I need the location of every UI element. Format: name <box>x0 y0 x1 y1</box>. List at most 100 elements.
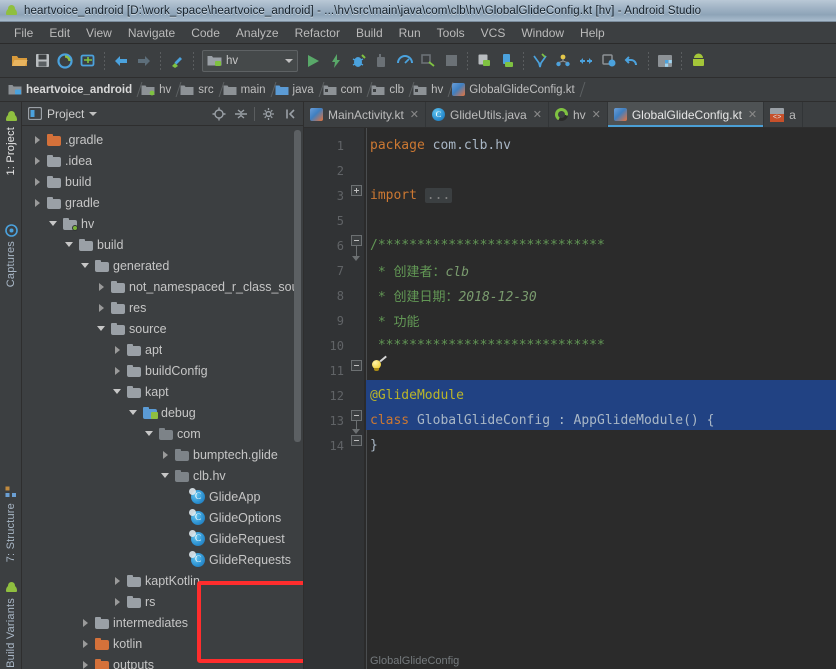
open-folder-icon[interactable] <box>8 50 30 72</box>
menu-tools[interactable]: Tools <box>429 24 473 42</box>
chevron-right-icon[interactable] <box>112 596 123 607</box>
tree-node-buildconfig[interactable]: buildConfig <box>22 360 303 381</box>
tree-node-debug[interactable]: debug <box>22 402 303 423</box>
tree-node-kaptkotlin[interactable]: kaptKotlin <box>22 570 303 591</box>
avd-manager-icon[interactable] <box>166 50 188 72</box>
editor-bottom-breadcrumb[interactable]: GlobalGlideConfig <box>366 655 836 669</box>
tree-node-com[interactable]: com <box>22 423 303 444</box>
sdk-manager-icon[interactable] <box>473 50 495 72</box>
run-coverage-icon[interactable] <box>371 50 393 72</box>
tree-node--gradle[interactable]: .gradle <box>22 129 303 150</box>
chevron-down-icon[interactable] <box>160 470 171 481</box>
breadcrumb-main[interactable]: main <box>220 80 272 99</box>
undo-icon[interactable] <box>621 50 643 72</box>
chevron-right-icon[interactable] <box>32 176 43 187</box>
forward-icon[interactable] <box>133 50 155 72</box>
attach-debugger-icon[interactable] <box>417 50 439 72</box>
tree-node-outputs[interactable]: outputs <box>22 654 303 669</box>
chevron-right-icon[interactable] <box>160 449 171 460</box>
breadcrumb-java[interactable]: java <box>272 80 320 99</box>
android-device-icon[interactable] <box>687 50 709 72</box>
chevron-right-icon[interactable] <box>112 575 123 586</box>
chevron-down-icon[interactable] <box>96 323 107 334</box>
tree-node-rs[interactable]: rs <box>22 591 303 612</box>
avd-icon[interactable] <box>496 50 518 72</box>
tree-node--idea[interactable]: .idea <box>22 150 303 171</box>
tab-xml-partial[interactable]: a <box>764 102 803 127</box>
chevron-right-icon[interactable] <box>112 365 123 376</box>
chevron-down-icon[interactable] <box>112 386 123 397</box>
tab-hv-gradle[interactable]: hv ✕ <box>549 102 608 127</box>
close-icon[interactable]: ✕ <box>410 108 419 121</box>
sidebar-item-project[interactable]: 1: Project <box>0 106 22 179</box>
tree-node-glideapp[interactable]: GlideApp <box>22 486 303 507</box>
chevron-down-icon[interactable] <box>128 407 139 418</box>
close-icon[interactable]: ✕ <box>592 108 601 121</box>
chevron-right-icon[interactable] <box>32 197 43 208</box>
tree-node-generated[interactable]: generated <box>22 255 303 276</box>
tree-node-gliderequests[interactable]: GlideRequests <box>22 549 303 570</box>
tree-node-apt[interactable]: apt <box>22 339 303 360</box>
close-icon[interactable]: ✕ <box>533 108 542 121</box>
layout-inspector-icon[interactable] <box>552 50 574 72</box>
back-icon[interactable] <box>110 50 132 72</box>
breadcrumb-hv-package[interactable]: hv <box>410 80 449 99</box>
tree-node-build[interactable]: build <box>22 234 303 255</box>
chevron-right-icon[interactable] <box>96 302 107 313</box>
tab-glideutils-java[interactable]: GlideUtils.java ✕ <box>426 102 549 127</box>
breadcrumb-clb[interactable]: clb <box>368 80 410 99</box>
tab-mainactivity-kt[interactable]: MainActivity.kt ✕ <box>304 102 426 127</box>
chevron-right-icon[interactable] <box>80 638 91 649</box>
breadcrumb-hv-module[interactable]: hv <box>138 80 177 99</box>
tree-node-kapt[interactable]: kapt <box>22 381 303 402</box>
menu-navigate[interactable]: Navigate <box>120 24 183 42</box>
tab-globalglideconfig-kt[interactable]: GlobalGlideConfig.kt ✕ <box>608 102 764 127</box>
chevron-down-icon[interactable] <box>48 218 59 229</box>
tree-node-source[interactable]: source <box>22 318 303 339</box>
chevron-right-icon[interactable] <box>80 659 91 669</box>
run-configuration-selector[interactable]: hv <box>202 50 298 72</box>
chevron-down-icon[interactable] <box>80 260 91 271</box>
menu-edit[interactable]: Edit <box>41 24 78 42</box>
chevron-right-icon[interactable] <box>96 281 107 292</box>
tree-node-glideoptions[interactable]: GlideOptions <box>22 507 303 528</box>
chevron-right-icon[interactable] <box>32 134 43 145</box>
stop-icon[interactable] <box>440 50 462 72</box>
breadcrumb-heartvoice-android[interactable]: heartvoice_android <box>5 80 138 99</box>
search-everywhere-icon[interactable] <box>529 50 551 72</box>
tree-node-kotlin[interactable]: kotlin <box>22 633 303 654</box>
menu-code[interactable]: Code <box>183 24 228 42</box>
collapse-all-icon[interactable] <box>232 105 249 122</box>
sync-icon[interactable] <box>575 50 597 72</box>
menu-refactor[interactable]: Refactor <box>287 24 348 42</box>
tree-node-build[interactable]: build <box>22 171 303 192</box>
locate-icon[interactable] <box>210 105 227 122</box>
tree-node-gradle[interactable]: gradle <box>22 192 303 213</box>
history-icon[interactable] <box>598 50 620 72</box>
breadcrumb-src[interactable]: src <box>177 80 219 99</box>
menu-vcs[interactable]: VCS <box>473 24 514 42</box>
save-all-icon[interactable] <box>31 50 53 72</box>
settings-gear-icon[interactable] <box>260 105 277 122</box>
tree-node-hv[interactable]: hv <box>22 213 303 234</box>
sidebar-item-build-variants[interactable]: Build Variants <box>0 577 22 669</box>
menu-analyze[interactable]: Analyze <box>228 24 287 42</box>
breadcrumb-globalglideconfig[interactable]: GlobalGlideConfig.kt <box>449 80 580 99</box>
apply-changes-icon[interactable] <box>325 50 347 72</box>
close-icon[interactable]: ✕ <box>748 108 757 121</box>
chevron-right-icon[interactable] <box>32 155 43 166</box>
menu-window[interactable]: Window <box>513 24 572 42</box>
device-file-explorer-icon[interactable] <box>654 50 676 72</box>
sidebar-item-structure[interactable]: 7: Structure <box>0 482 22 566</box>
sync-project-icon[interactable] <box>54 50 76 72</box>
menu-run[interactable]: Run <box>391 24 429 42</box>
chevron-down-icon[interactable] <box>89 112 97 116</box>
tree-node-intermediates[interactable]: intermediates <box>22 612 303 633</box>
code-editor[interactable]: 1package com.clb.hv23import ...56/******… <box>304 128 836 669</box>
chevron-down-icon[interactable] <box>285 59 293 63</box>
tree-node-bumptech-glide[interactable]: bumptech.glide <box>22 444 303 465</box>
profiler-icon[interactable] <box>394 50 416 72</box>
chevron-down-icon[interactable] <box>144 428 155 439</box>
chevron-right-icon[interactable] <box>112 344 123 355</box>
breadcrumb-com[interactable]: com <box>320 80 369 99</box>
